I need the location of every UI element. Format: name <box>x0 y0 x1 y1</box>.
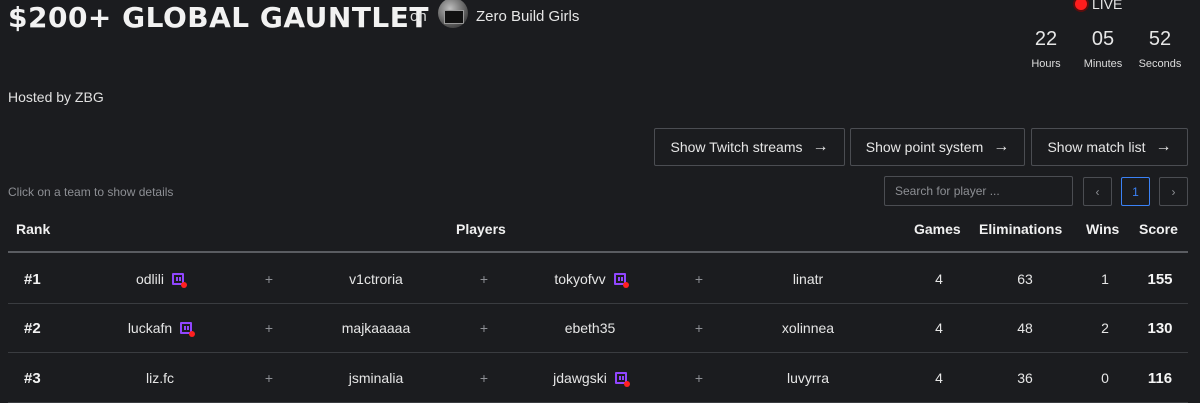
eliminations-value: 36 <box>1017 370 1033 386</box>
player-name[interactable]: jdawgski <box>553 370 607 386</box>
column-header-players: Players <box>456 221 506 237</box>
countdown-minutes-label: Minutes <box>1083 58 1123 70</box>
player-cell[interactable]: majkaaaaa <box>296 303 456 353</box>
hosted-by-text: Hosted by ZBG <box>8 89 104 105</box>
countdown-minutes-value: 05 <box>1091 28 1115 50</box>
wins-value: 0 <box>1101 370 1109 386</box>
column-header-games: Games <box>914 221 961 237</box>
player-cell[interactable]: odlili <box>80 254 240 304</box>
show-match-list-button[interactable]: Show match list → <box>1031 128 1188 166</box>
wins-value: 2 <box>1101 320 1109 336</box>
games-value: 4 <box>935 370 943 386</box>
table-row[interactable]: #1 odlili + v1ctroria + tokyofvv + linatr 4 63 1 15… <box>0 254 1200 304</box>
player-cell[interactable]: xolinnea <box>728 303 888 353</box>
player-cell[interactable]: v1ctroria <box>296 254 456 304</box>
player-separator: + <box>694 271 704 287</box>
rank-value: #3 <box>24 369 41 387</box>
player-separator: + <box>479 320 489 336</box>
twitch-live-icon[interactable] <box>614 372 630 387</box>
player-separator: + <box>264 370 274 386</box>
pagination-prev-button[interactable]: ‹ <box>1083 177 1112 206</box>
on-label: on <box>410 8 427 25</box>
countdown-hours-value: 22 <box>1034 28 1058 50</box>
player-separator: + <box>694 370 704 386</box>
player-cell[interactable]: jsminalia <box>296 353 456 403</box>
arrow-right-icon: → <box>1155 138 1172 155</box>
countdown-seconds-value: 52 <box>1148 28 1172 50</box>
pagination-next-button[interactable]: › <box>1159 177 1188 206</box>
column-header-wins: Wins <box>1086 221 1120 237</box>
player-separator: + <box>694 320 704 336</box>
pagination-page-current[interactable]: 1 <box>1121 177 1150 206</box>
arrow-right-icon: → <box>993 138 1010 155</box>
player-cell[interactable]: liz.fc <box>80 353 240 403</box>
show-point-system-label: Show point system <box>865 139 984 155</box>
player-name[interactable]: luvyrra <box>787 370 829 386</box>
player-name[interactable]: ebeth35 <box>565 320 616 336</box>
column-header-score: Score <box>1139 221 1178 237</box>
show-point-system-button[interactable]: Show point system → <box>850 128 1025 166</box>
countdown-hours-label: Hours <box>1031 58 1061 70</box>
games-value: 4 <box>935 320 943 336</box>
player-name[interactable]: liz.fc <box>146 370 174 386</box>
table-row[interactable]: #3 liz.fc + jsminalia + jdawgski + luvyrra 4 36 0 1… <box>0 353 1200 403</box>
organizer-name-link[interactable]: Zero Build Girls <box>476 8 579 25</box>
score-value: 155 <box>1147 270 1173 288</box>
table-row[interactable]: #2 luckafn + majkaaaaa + ebeth35 + xolinnea 4 48 2… <box>0 303 1200 353</box>
player-search-input[interactable] <box>884 176 1073 206</box>
score-value: 130 <box>1147 319 1173 337</box>
countdown-seconds: 52 Seconds <box>1134 28 1186 70</box>
games-value: 4 <box>935 271 943 287</box>
twitch-live-icon[interactable] <box>172 273 187 288</box>
wins-value: 1 <box>1101 271 1109 287</box>
organizer-logo[interactable] <box>438 0 468 28</box>
live-label: LIVE <box>1092 0 1123 12</box>
arrow-right-icon: → <box>812 138 829 155</box>
player-name[interactable]: luckafn <box>128 320 172 336</box>
live-dot-icon <box>1075 0 1087 10</box>
player-name[interactable]: majkaaaaa <box>342 320 411 336</box>
player-name[interactable]: linatr <box>793 271 823 287</box>
player-separator: + <box>479 370 489 386</box>
countdown-seconds-label: Seconds <box>1138 58 1182 70</box>
column-header-eliminations: Eliminations <box>979 221 1063 237</box>
live-indicator: LIVE <box>1075 0 1122 12</box>
score-value: 116 <box>1147 369 1173 387</box>
player-name[interactable]: xolinnea <box>782 320 834 336</box>
player-cell[interactable]: jdawgski <box>510 353 670 403</box>
player-cell[interactable]: ebeth35 <box>510 303 670 353</box>
countdown-hours: 22 Hours <box>1028 28 1064 70</box>
eliminations-value: 48 <box>1017 320 1033 336</box>
player-cell[interactable]: linatr <box>728 254 888 304</box>
player-name[interactable]: odlili <box>136 271 164 287</box>
show-twitch-streams-label: Show Twitch streams <box>670 139 803 155</box>
player-separator: + <box>264 320 274 336</box>
show-match-list-label: Show match list <box>1047 139 1146 155</box>
column-header-rank: Rank <box>16 221 51 237</box>
player-name[interactable]: jsminalia <box>349 370 403 386</box>
rank-value: #1 <box>24 270 41 288</box>
twitch-live-icon[interactable] <box>180 322 196 337</box>
countdown-minutes: 05 Minutes <box>1080 28 1126 70</box>
player-separator: + <box>264 271 274 287</box>
table-hint: Click on a team to show details <box>8 185 174 199</box>
player-separator: + <box>479 271 489 287</box>
player-cell[interactable]: tokyofvv <box>510 254 670 304</box>
show-twitch-streams-button[interactable]: Show Twitch streams → <box>654 128 845 166</box>
player-name[interactable]: tokyofvv <box>554 271 605 287</box>
eliminations-value: 63 <box>1017 271 1033 287</box>
player-name[interactable]: v1ctroria <box>349 271 403 287</box>
player-cell[interactable]: luckafn <box>80 303 240 353</box>
player-cell[interactable]: luvyrra <box>728 353 888 403</box>
page-title: $200+ GLOBAL GAUNTLET <box>8 1 429 34</box>
twitch-live-icon[interactable] <box>613 273 629 288</box>
rank-value: #2 <box>24 319 41 337</box>
table-header-divider <box>8 251 1188 253</box>
